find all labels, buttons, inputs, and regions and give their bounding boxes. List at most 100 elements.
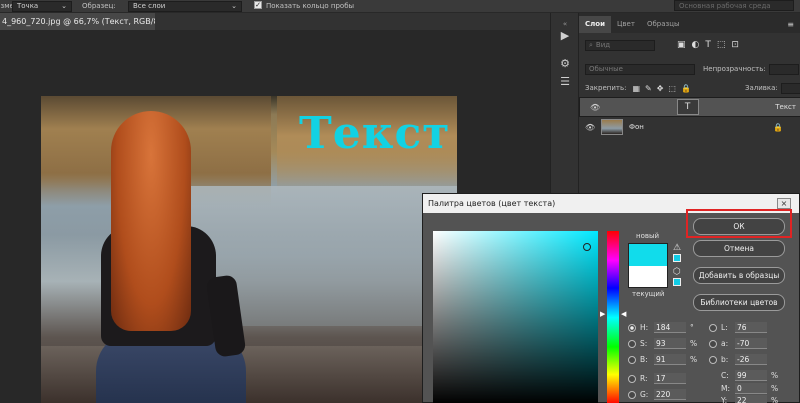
hue-input[interactable]: 184: [654, 322, 686, 333]
web-safe-cube-icon[interactable]: ⬡: [673, 267, 681, 277]
lab-b-row: b: -26: [709, 353, 767, 366]
hue-slider[interactable]: [607, 231, 619, 403]
sample-size-value: Точка: [17, 2, 39, 10]
opacity-input[interactable]: [768, 63, 799, 75]
close-icon[interactable]: ×: [777, 198, 791, 209]
filter-smart-icon[interactable]: ⊡: [731, 40, 739, 50]
sample-size-select[interactable]: Точка ⌄: [12, 0, 72, 12]
brightness-radio[interactable]: [628, 355, 636, 364]
eye-icon[interactable]: 👁: [585, 123, 595, 132]
lab-l-radio[interactable]: [709, 323, 717, 332]
chevron-down-icon: ⌄: [231, 2, 237, 10]
layer-row-background[interactable]: 👁 Фон 🔒: [579, 117, 800, 137]
lab-l-label: L:: [721, 323, 728, 332]
image-layer-thumbnail: [601, 119, 623, 135]
filter-adjustment-icon[interactable]: ◐: [692, 40, 700, 50]
filter-shape-icon[interactable]: ⬚: [717, 40, 726, 50]
lab-l-input[interactable]: 76: [735, 322, 767, 333]
out-of-gamut-warning-icon[interactable]: ⚠: [673, 243, 681, 253]
fill-input[interactable]: [780, 82, 800, 94]
workspace-select[interactable]: Основная рабочая среда: [674, 0, 794, 11]
lock-pixels-icon[interactable]: ✎: [645, 84, 652, 93]
layer-name[interactable]: Фон: [629, 123, 644, 131]
yellow-label: Y:: [721, 396, 728, 403]
tab-layers[interactable]: Слои: [579, 16, 611, 33]
hue-label: H:: [640, 323, 649, 332]
tab-color[interactable]: Цвет: [611, 16, 641, 33]
lab-b-input[interactable]: -26: [735, 354, 767, 365]
green-label: G:: [640, 390, 649, 399]
green-radio[interactable]: [628, 390, 636, 399]
web-safe-swatch[interactable]: [673, 278, 681, 286]
color-libraries-button[interactable]: Библиотеки цветов: [693, 294, 785, 311]
saturation-label: S:: [640, 339, 648, 348]
tab-swatches[interactable]: Образцы: [641, 16, 686, 33]
cyan-input[interactable]: 99: [735, 370, 767, 381]
chevron-down-icon: ⌄: [61, 2, 67, 10]
lab-b-radio[interactable]: [709, 355, 717, 364]
layer-name[interactable]: Текст: [775, 103, 796, 111]
canvas-text-layer[interactable]: Текст: [299, 108, 451, 159]
lab-l-row: L: 76: [709, 321, 767, 334]
red-radio[interactable]: [628, 374, 636, 383]
color-picker-dialog: Палитра цветов (цвет текста) × ▶ ◀ новый…: [422, 193, 800, 403]
lab-a-row: a: -70: [709, 337, 767, 350]
show-ring-checkbox[interactable]: ✓: [254, 1, 262, 9]
current-color-label: текущий: [632, 290, 665, 298]
document-image[interactable]: Текст: [41, 96, 457, 403]
filter-type-icon[interactable]: T: [705, 40, 711, 50]
magenta-input[interactable]: 0: [735, 383, 767, 394]
lab-a-input[interactable]: -70: [735, 338, 767, 349]
document-tab[interactable]: 4_960_720.jpg @ 66,7% (Текст, RGB/8#) * …: [0, 13, 155, 30]
play-icon[interactable]: ▶: [557, 29, 573, 43]
sample-select[interactable]: Все слои ⌄: [128, 0, 242, 12]
lab-a-label: a:: [721, 339, 729, 348]
green-input[interactable]: 220: [654, 389, 686, 400]
color-field[interactable]: [433, 231, 598, 403]
lab-a-radio[interactable]: [709, 339, 717, 348]
new-color-swatch: [628, 243, 668, 266]
show-ring-label: Показать кольцо пробы: [266, 2, 355, 10]
brush-settings-icon[interactable]: ⚙: [557, 57, 573, 71]
cancel-button[interactable]: Отмена: [693, 240, 785, 257]
lock-all-icon[interactable]: 🔒: [681, 84, 691, 93]
lock-label: Закрепить:: [585, 84, 627, 92]
green-row: G: 220: [628, 388, 686, 401]
layer-kind-filter[interactable]: ⌕ Вид: [585, 39, 655, 51]
blend-mode-value: Обычные: [589, 65, 623, 73]
ok-highlight-box: [686, 209, 792, 238]
brightness-row: B: 91 %: [628, 353, 700, 366]
options-bar: Размер: Точка ⌄ Образец: Все слои ⌄ ✓ По…: [0, 0, 800, 12]
hue-slider-right-arrow-icon[interactable]: ◀: [621, 310, 626, 318]
add-to-swatches-button[interactable]: Добавить в образцы: [693, 267, 785, 284]
saturation-input[interactable]: 93: [654, 338, 686, 349]
lock-icon: 🔒: [773, 122, 783, 132]
brightness-input[interactable]: 91: [654, 354, 686, 365]
saturation-radio[interactable]: [628, 339, 636, 348]
color-field-cursor[interactable]: [583, 243, 591, 251]
opacity-label: Непрозрачность:: [703, 65, 766, 73]
hue-radio[interactable]: [628, 323, 636, 332]
eye-icon[interactable]: 👁: [590, 103, 600, 112]
panel-menu-icon[interactable]: ≡: [781, 16, 800, 33]
hue-slider-left-arrow-icon[interactable]: ▶: [600, 310, 605, 318]
yellow-input[interactable]: 22: [735, 395, 767, 403]
search-icon: ⌕: [589, 40, 593, 49]
filter-pixel-icon[interactable]: ▣: [677, 40, 686, 50]
cyan-label: C:: [721, 371, 729, 380]
properties-icon[interactable]: ☰: [557, 75, 573, 89]
blend-mode-select[interactable]: Обычные: [585, 63, 695, 75]
gamut-swatch[interactable]: [673, 254, 681, 262]
type-layer-thumbnail: T: [676, 99, 699, 115]
layer-row-text[interactable]: 👁 T Текст: [579, 97, 800, 117]
layer-kind-placeholder: Вид: [595, 41, 611, 49]
red-row: R: 17: [628, 372, 686, 385]
red-input[interactable]: 17: [654, 373, 686, 384]
current-color-swatch[interactable]: [628, 266, 668, 288]
saturation-row: S: 93 %: [628, 337, 700, 350]
document-tab-bar: 4_960_720.jpg @ 66,7% (Текст, RGB/8#) * …: [0, 13, 550, 30]
yellow-row: Y: 22 %: [721, 394, 781, 403]
lock-position-icon[interactable]: ✥: [657, 84, 664, 93]
lock-transparent-icon[interactable]: ▦: [632, 84, 640, 93]
lock-artboard-icon[interactable]: ⬚: [668, 84, 676, 93]
